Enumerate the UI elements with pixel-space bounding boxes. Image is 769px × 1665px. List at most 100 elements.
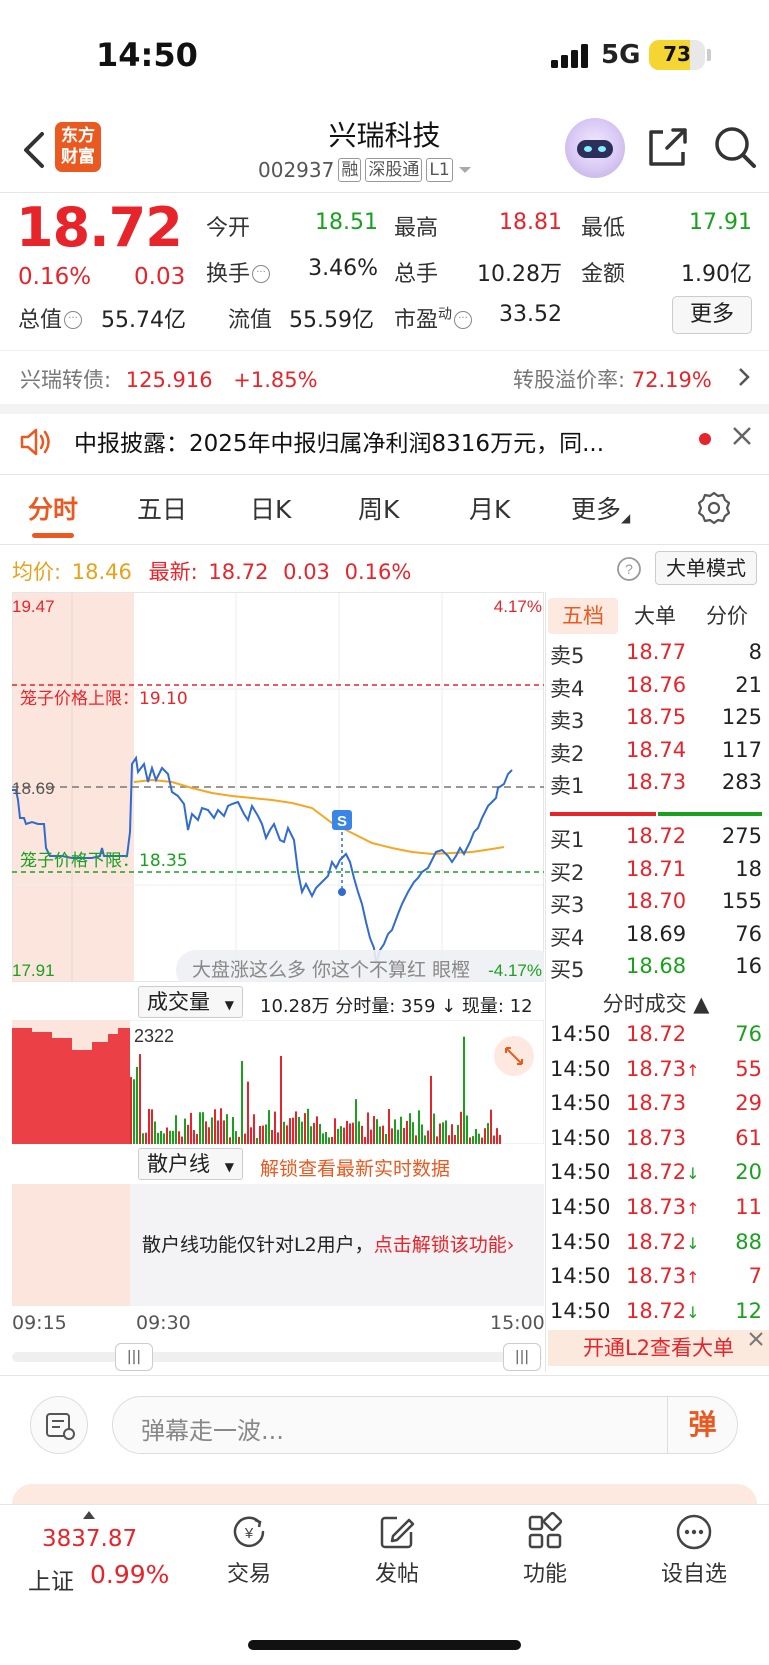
time-range-scrollbar[interactable] (12, 1352, 542, 1362)
tab-intraday[interactable]: 分时 (28, 490, 78, 526)
stock-code-row[interactable]: 002937 融 深股通 L1 (258, 158, 473, 182)
ask-row[interactable]: 卖4 18.76 21 (550, 673, 762, 705)
bond-name: 兴瑞转债: (20, 368, 112, 392)
bid-row[interactable]: 买1 18.72 275 (550, 824, 762, 856)
bid-row[interactable]: 买3 18.70 155 (550, 889, 762, 921)
ask-row[interactable]: 卖5 18.77 8 (550, 640, 762, 672)
pe-label[interactable]: 市盈动 ··· (394, 302, 473, 334)
pre-market-area (12, 1184, 130, 1306)
volume-indicator-select[interactable]: 成交量 ▼ (138, 986, 243, 1018)
volume-bar (418, 1110, 420, 1144)
volume-bar (247, 1081, 249, 1144)
unlock-realtime-link[interactable]: 解锁查看最新实时数据 (260, 1154, 450, 1181)
volume-bar (388, 1109, 390, 1144)
volume-bar (232, 1117, 234, 1144)
ask-row[interactable]: 卖2 18.74 117 (550, 738, 762, 770)
trade-qty: 76 (735, 1022, 762, 1046)
notice-text[interactable]: 中报披露：2025年中报归属净利润8316万元，同... (74, 424, 664, 458)
trade-time: 14:50 (550, 1264, 611, 1289)
tab-weekly-k[interactable]: 周K (358, 490, 399, 526)
danmaku-toggle-button[interactable] (30, 1396, 88, 1454)
nav-functions[interactable]: 功能 (500, 1512, 590, 1588)
mktcap-value: 55.74亿 (101, 308, 186, 333)
signal-icon (551, 44, 588, 68)
info-icon: ··· (252, 265, 271, 283)
level-price: 18.74 (626, 737, 687, 762)
nav-functions-label: 功能 (522, 1562, 567, 1587)
volume-bar (196, 1134, 198, 1144)
high-label: 最高 (394, 216, 439, 241)
index-change-pct[interactable]: 0.99% (90, 1560, 169, 1589)
level-label: 买5 (550, 958, 585, 982)
bid-row[interactable]: 买5 18.68 16 (550, 954, 762, 986)
share-icon[interactable] (645, 124, 691, 170)
trade-row: 14:50 18.73 29 (550, 1091, 764, 1125)
volume-bar (226, 1114, 228, 1144)
premium-row[interactable]: 转股溢价率: 72.19% (513, 364, 712, 394)
close-icon[interactable] (730, 424, 754, 448)
trade-price: 18.73↑ (626, 1056, 700, 1081)
intraday-price-chart[interactable]: S 大盘涨这么多 你这个不算红 眼樫 19.47 18.69 17.91 4.1… (12, 592, 544, 982)
volume-bar (400, 1116, 402, 1144)
scroll-handle-left[interactable]: ||| (115, 1343, 153, 1371)
help-icon[interactable]: ? (616, 556, 642, 582)
volume-bar (370, 1129, 372, 1144)
danmaku-send-button[interactable]: 弹 (667, 1397, 737, 1453)
tab-big-orders[interactable]: 大单 (620, 598, 690, 634)
volume-bar (352, 1122, 354, 1144)
tab-price-distribution[interactable]: 分价 (692, 598, 762, 634)
volume-selector-label: 成交量 (147, 990, 210, 1014)
volume-bar (316, 1116, 318, 1144)
nav-add-watchlist[interactable]: 设自选 (649, 1512, 739, 1588)
volume-bar (262, 1125, 264, 1144)
retail-line-panel: 散户线功能仅针对L2用户，点击解锁该功能› (12, 1184, 544, 1306)
turnover-label[interactable]: 换手 ··· (206, 256, 271, 288)
trade-row: 14:50 18.72↓ 88 (550, 1230, 764, 1264)
chevron-right-icon[interactable] (736, 366, 752, 388)
volume-bar (451, 1124, 453, 1144)
nav-post[interactable]: 发帖 (352, 1512, 442, 1588)
tab-more[interactable]: 更多◢ (571, 490, 630, 526)
scroll-handle-right[interactable]: ||| (503, 1343, 541, 1371)
trade-time: 14:50 (550, 1160, 611, 1185)
big-order-mode-button[interactable]: 大单模式 (655, 551, 757, 585)
nav-post-label: 发帖 (374, 1562, 419, 1587)
volume-bar (343, 1127, 345, 1144)
ai-assistant-avatar[interactable] (565, 118, 625, 178)
volume-bar (12, 1028, 32, 1144)
index-value[interactable]: 3837.87 (42, 1526, 137, 1552)
tab-five-day[interactable]: 五日 (137, 490, 187, 526)
gear-icon[interactable] (696, 490, 732, 526)
volume-bar (433, 1113, 435, 1144)
ask-row[interactable]: 卖3 18.75 125 (550, 705, 762, 737)
open-l2-banner[interactable]: 开通L2查看大单 (548, 1330, 769, 1366)
bid-row[interactable]: 买2 18.71 18 (550, 857, 762, 889)
volume-bar (373, 1116, 375, 1144)
mktcap-label[interactable]: 总值 ··· (18, 302, 83, 334)
trades-header[interactable]: 分时成交 ▲ (548, 988, 764, 1018)
float-value: 55.59亿 (289, 308, 374, 333)
volume-chart[interactable]: 2322 (12, 1020, 544, 1144)
retail-indicator-select[interactable]: 散户线 ▼ (138, 1148, 243, 1180)
more-button[interactable]: 更多 (672, 296, 752, 334)
robot-face (577, 140, 613, 158)
expand-up-icon[interactable] (82, 1510, 96, 1520)
tab-monthly-k[interactable]: 月K (469, 490, 510, 526)
tab-daily-k[interactable]: 日K (250, 490, 291, 526)
bid-row[interactable]: 买4 18.69 76 (550, 922, 762, 954)
nav-trade[interactable]: ¥ 交易 (204, 1512, 294, 1588)
unlock-feature-link[interactable]: 点击解锁该功能› (374, 1234, 515, 1256)
volume-bar (454, 1135, 456, 1144)
volume-bar (250, 1127, 252, 1144)
convertible-bond-row[interactable]: 兴瑞转债: 125.916 +1.85% (20, 364, 318, 394)
search-icon[interactable] (712, 124, 758, 170)
close-icon[interactable] (745, 1328, 767, 1350)
tab-five-levels[interactable]: 五档 (548, 598, 618, 634)
index-name[interactable]: 上证 (28, 1562, 74, 1596)
latest-label: 最新: (148, 560, 198, 584)
danmaku-input[interactable]: 弹幕走一波... 弹 (112, 1396, 738, 1454)
float-label: 流值 (228, 308, 273, 333)
volume-bar (415, 1135, 417, 1144)
ask-row[interactable]: 卖1 18.73 283 (550, 770, 762, 802)
trade-qty: 29 (735, 1091, 762, 1116)
